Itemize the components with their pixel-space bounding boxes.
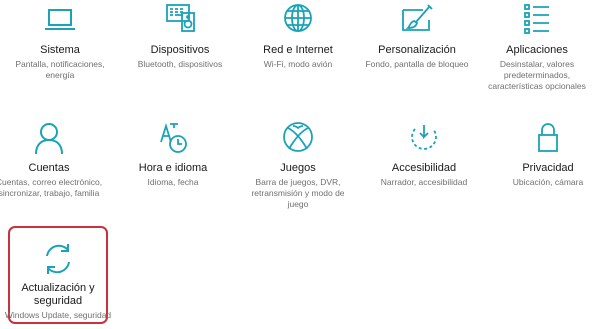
devices-icon <box>160 2 200 42</box>
tile-description: Narrador, accesibilidad <box>380 177 468 187</box>
tile-title: Hora e idioma <box>138 162 208 174</box>
laptop-icon <box>40 2 80 42</box>
ease-of-access-icon <box>404 120 444 160</box>
lock-icon <box>528 120 568 160</box>
tile-title: Red e Internet <box>263 44 333 56</box>
tile-title: Personalización <box>378 44 456 56</box>
tile-title: Accesibilidad <box>391 162 457 174</box>
refresh-icon <box>38 240 78 280</box>
tile-personalizacion[interactable]: Personalización Fondo, pantalla de bloqu… <box>357 2 477 70</box>
tile-red-internet[interactable]: Red e Internet Wi-Fi, modo avión <box>238 2 358 70</box>
tile-description: Windows Update, seguridad <box>4 310 112 320</box>
xbox-icon <box>278 120 318 160</box>
tile-cuentas[interactable]: Cuentas Cuentas, correo electrónico, sin… <box>0 120 109 199</box>
tile-title: Juegos <box>280 162 316 174</box>
tile-dispositivos[interactable]: Dispositivos Bluetooth, dispositivos <box>120 2 240 70</box>
tile-title: Actualización y seguridad <box>21 282 95 307</box>
tile-description: Pantalla, notificaciones, energía <box>15 59 105 80</box>
tile-privacidad[interactable]: Privacidad Ubicación, cámara <box>488 120 600 188</box>
globe-icon <box>278 2 318 42</box>
tile-description: Barra de juegos, DVR, retransmisión y mo… <box>251 177 345 209</box>
paintbrush-icon <box>397 2 437 42</box>
tile-description: Desinstalar, valores predeterminados, ca… <box>488 59 586 91</box>
apps-list-icon <box>517 2 557 42</box>
tile-aplicaciones[interactable]: Aplicaciones Desinstalar, valores predet… <box>477 2 597 92</box>
tile-sistema[interactable]: Sistema Pantalla, notificaciones, energí… <box>0 2 120 81</box>
tile-accesibilidad[interactable]: Accesibilidad Narrador, accesibilidad <box>364 120 484 188</box>
tile-juegos[interactable]: Juegos Barra de juegos, DVR, retransmisi… <box>238 120 358 210</box>
tile-description: Bluetooth, dispositivos <box>137 59 223 69</box>
time-language-icon <box>153 120 193 160</box>
tile-title: Cuentas <box>28 162 70 174</box>
tile-description: Ubicación, cámara <box>512 177 584 187</box>
settings-grid: Sistema Pantalla, notificaciones, energí… <box>0 0 600 329</box>
tile-title: Dispositivos <box>150 44 210 56</box>
tile-title: Privacidad <box>522 162 574 174</box>
tile-description: Idioma, fecha <box>147 177 199 187</box>
tile-title: Sistema <box>40 44 80 56</box>
tile-title: Aplicaciones <box>506 44 568 56</box>
tile-description: Wi-Fi, modo avión <box>263 59 333 69</box>
tile-hora-idioma[interactable]: Hora e idioma Idioma, fecha <box>113 120 233 188</box>
tile-description: Cuentas, correo electrónico, sincronizar… <box>0 177 103 198</box>
tile-actualizacion-seguridad[interactable]: Actualización y seguridad Windows Update… <box>0 240 118 321</box>
tile-description: Fondo, pantalla de bloqueo <box>365 59 469 69</box>
person-icon <box>29 120 69 160</box>
